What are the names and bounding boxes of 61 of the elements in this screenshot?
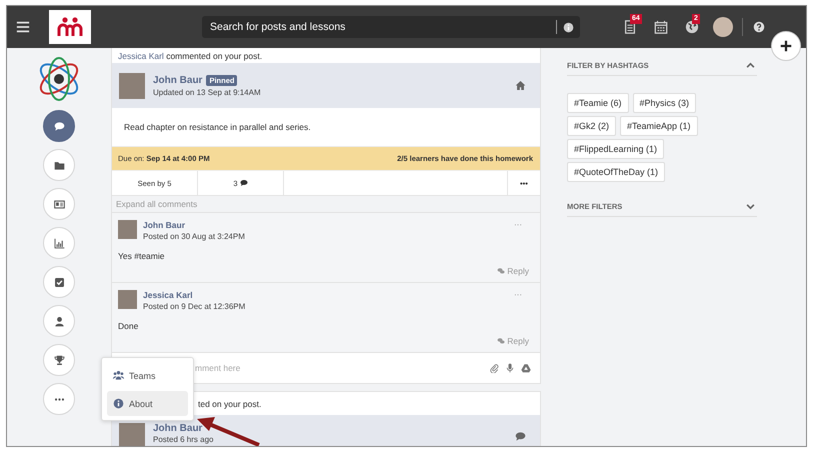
folder-icon [54,160,64,170]
post-timestamp: Posted 6 hrs ago [153,435,214,444]
group-icon [113,370,124,381]
user-link[interactable]: Jessica Karl [118,50,164,60]
author-name[interactable]: John Baur [143,220,186,230]
menu-icon [16,20,30,34]
hashtag-chip[interactable]: #FlippedLearning (1) [567,139,664,159]
reply-icon [497,267,506,275]
hashtag-chip[interactable]: #QuoteOfTheDay (1) [567,162,666,182]
avatar-photo [118,290,137,309]
add-button[interactable] [771,31,801,61]
speech-bubble-icon [515,431,526,442]
post-text: Read chapter on resistance in parallel and series. [124,122,311,132]
trophy-icon [54,354,64,366]
comment-text: Yes #teamie [118,251,166,261]
notification-text: Jessica Karl commented on your post. [118,50,262,60]
hashtag-chip[interactable]: #Teamie (6) [567,93,629,113]
more-button[interactable]: ··· [514,220,522,229]
home-icon [515,80,526,91]
calendar-icon [654,20,668,34]
document-icon [622,20,636,34]
user-avatar[interactable] [713,17,733,37]
author-name[interactable]: Jessica Karl [143,290,193,300]
more-button[interactable]: ··· [514,290,522,299]
nav-id-card-button[interactable] [43,188,75,220]
nav-bar-chart-button[interactable] [43,227,75,259]
nav-trophy-button[interactable] [43,344,75,376]
nav-person-button[interactable] [43,305,75,337]
avatar-photo [119,72,145,98]
plus-icon [780,40,792,52]
bar-chart-icon [54,238,64,248]
nav-speech-bubble-button[interactable] [43,110,75,142]
help-icon [753,21,765,33]
app-logo[interactable] [49,10,91,44]
comment-text: Done [118,321,140,331]
speech-bubble-icon [54,120,64,132]
nav-tasks-button[interactable] [43,266,75,298]
id-card-icon [54,198,64,210]
menu-item[interactable]: Teams [107,363,188,388]
reply-icon [497,337,506,345]
comment-timestamp: Posted on 9 Dec at 12:36PM [143,302,246,311]
comment-timestamp: Posted on 30 Aug at 3:24PM [143,232,245,241]
drive-icon [521,363,531,373]
hashtag-chip[interactable]: #TeamieApp (1) [620,116,698,136]
hashtag-chip[interactable]: #Gk2 (2) [567,116,616,136]
post-timestamp: Updated on 13 Sep at 9:14AM [153,88,261,96]
author-name[interactable]: John Baur [153,74,202,86]
info-icon [113,398,124,409]
speech-bubble-icon [240,179,248,187]
person-icon [54,316,64,326]
avatar-photo [119,423,145,446]
nav-folder-button[interactable] [43,149,75,181]
author-name[interactable]: John Baur [153,423,202,434]
menu-item[interactable]: About [107,391,188,416]
tasks-icon [54,276,64,288]
notification-text: ted on your post. [198,398,262,408]
microphone-icon [505,363,515,373]
info-icon [563,22,574,32]
hashtag-chip[interactable]: #Physics (3) [632,93,696,113]
paperclip-icon [489,363,499,373]
avatar-photo [118,220,137,239]
